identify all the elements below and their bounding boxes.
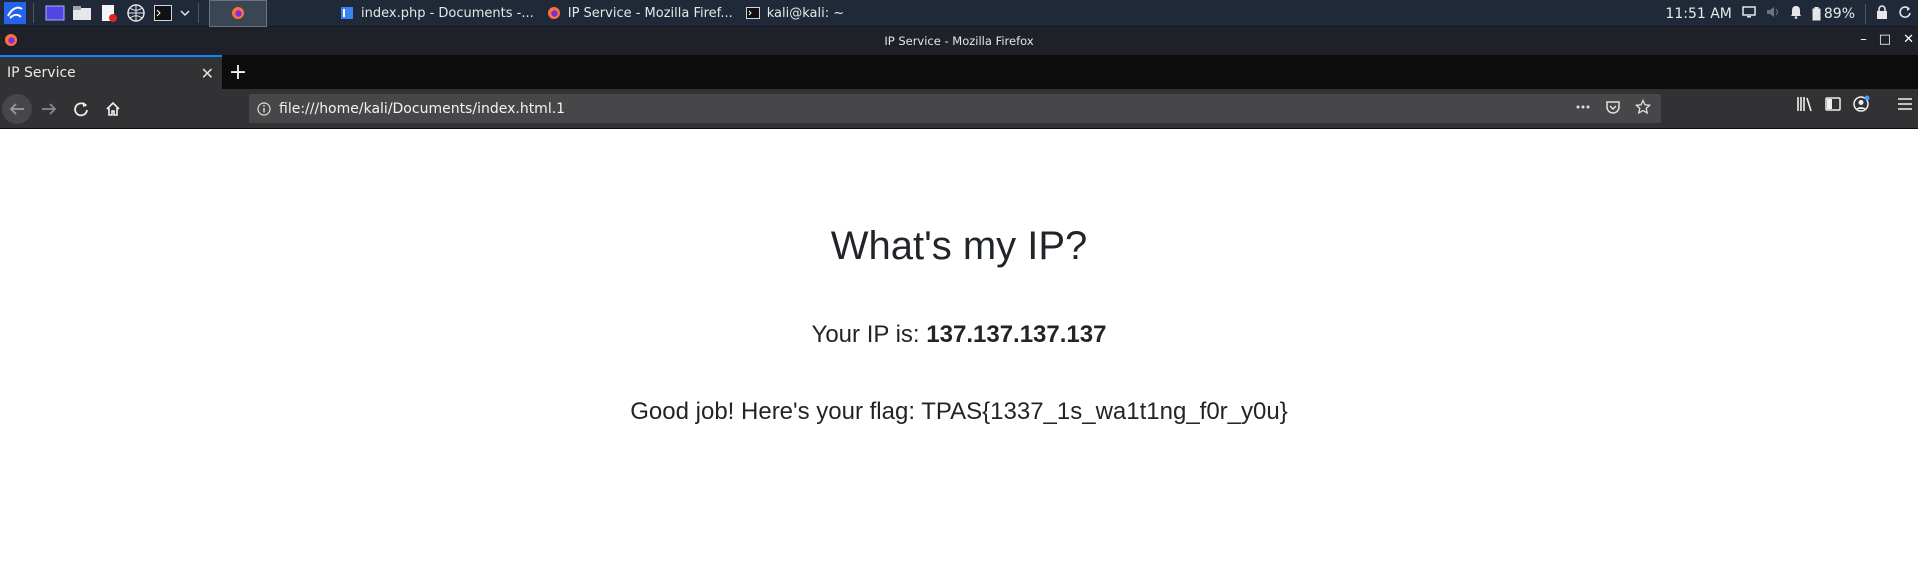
- navigation-toolbar: file:///home/kali/Documents/index.html.1: [0, 89, 1918, 129]
- power-refresh-icon[interactable]: [1898, 5, 1912, 23]
- tab-strip: IP Service ✕ +: [0, 55, 1918, 89]
- new-tab-button[interactable]: +: [222, 55, 254, 89]
- kali-menu-icon[interactable]: [3, 2, 27, 24]
- top-panel: index.php - Documents -... IP Service - …: [0, 0, 1918, 27]
- lock-icon[interactable]: [1876, 4, 1888, 23]
- window-titlebar: IP Service - Mozilla Firefox – □ ✕: [0, 27, 1918, 55]
- back-arrow-icon: [9, 102, 24, 115]
- pocket-icon[interactable]: [1605, 99, 1621, 119]
- account-icon[interactable]: [1852, 95, 1870, 117]
- forward-arrow-icon: [42, 102, 57, 115]
- url-bar[interactable]: file:///home/kali/Documents/index.html.1: [249, 94, 1661, 123]
- panel-separator: [33, 3, 34, 23]
- library-icon[interactable]: [1796, 95, 1814, 117]
- sidebar-icon[interactable]: [1824, 95, 1842, 117]
- minimize-icon[interactable]: –: [1860, 32, 1867, 47]
- ip-line: Your IP is: 137.137.137.137: [0, 321, 1918, 349]
- firefox-icon: [4, 33, 18, 50]
- toolbar-spacer: [1880, 95, 1886, 117]
- task-mousepad[interactable]: index.php - Documents -...: [333, 0, 540, 27]
- url-text[interactable]: file:///home/kali/Documents/index.html.1: [279, 101, 565, 117]
- battery-indicator[interactable]: 89%: [1812, 6, 1855, 22]
- display-icon[interactable]: [1742, 5, 1756, 22]
- page-content: What's my IP? Your IP is: 137.137.137.13…: [0, 129, 1918, 570]
- volume-icon[interactable]: [1766, 6, 1780, 22]
- terminal-launcher-icon[interactable]: [151, 2, 175, 24]
- task-firefox-minimized[interactable]: [209, 0, 267, 27]
- hamburger-menu-icon[interactable]: [1896, 95, 1914, 117]
- panel-launchers: [0, 0, 205, 27]
- task-label: index.php - Documents -...: [361, 5, 534, 21]
- window-controls: – □ ✕: [1860, 32, 1914, 47]
- panel-separator: [198, 3, 199, 23]
- ip-prefix: Your IP is:: [811, 321, 927, 348]
- firefox-icon: [546, 5, 562, 21]
- tab-close-icon[interactable]: ✕: [201, 64, 214, 83]
- reload-icon: [74, 101, 88, 116]
- chevron-down-icon[interactable]: [178, 2, 192, 24]
- firefox-icon: [230, 5, 246, 21]
- flag-message: Good job! Here's your flag: TPAS{1337_1s…: [630, 398, 1288, 425]
- system-tray: 11:51 AM 89%: [1665, 0, 1918, 27]
- tab-label: IP Service: [7, 65, 76, 81]
- bookmark-star-icon[interactable]: [1634, 98, 1652, 119]
- info-icon[interactable]: [249, 101, 279, 116]
- reload-button[interactable]: [66, 94, 96, 124]
- home-icon: [106, 101, 120, 116]
- maximize-icon[interactable]: □: [1879, 32, 1891, 47]
- browser-icon[interactable]: [124, 2, 148, 24]
- text-editor-icon[interactable]: [97, 2, 121, 24]
- ip-value: 137.137.137.137: [926, 321, 1107, 348]
- plus-icon: +: [228, 59, 248, 85]
- workspace-icon[interactable]: [43, 2, 67, 24]
- task-terminal[interactable]: kali@kali: ~: [739, 0, 850, 27]
- url-bar-actions: [1575, 98, 1652, 119]
- back-button[interactable]: [2, 93, 32, 124]
- home-button[interactable]: [98, 94, 128, 124]
- mousepad-icon: [339, 5, 355, 21]
- task-firefox[interactable]: IP Service - Mozilla Firef...: [540, 0, 739, 27]
- tab-ip-service[interactable]: IP Service ✕: [0, 55, 222, 89]
- task-label: kali@kali: ~: [766, 5, 845, 21]
- notification-bell-icon[interactable]: [1790, 5, 1802, 23]
- task-label: IP Service - Mozilla Firef...: [567, 5, 733, 21]
- panel-separator: [1865, 3, 1866, 24]
- forward-button[interactable]: [34, 94, 64, 124]
- battery-icon: [1812, 6, 1821, 20]
- page-actions-icon[interactable]: [1575, 99, 1591, 119]
- clock[interactable]: 11:51 AM: [1665, 6, 1731, 22]
- file-manager-icon[interactable]: [70, 2, 94, 24]
- terminal-icon: [745, 5, 761, 21]
- page-heading: What's my IP?: [830, 224, 1088, 268]
- window-title: IP Service - Mozilla Firefox: [884, 34, 1034, 48]
- close-icon[interactable]: ✕: [1903, 32, 1914, 47]
- battery-percent: 89%: [1823, 5, 1855, 22]
- toolbar-right: [1796, 95, 1914, 117]
